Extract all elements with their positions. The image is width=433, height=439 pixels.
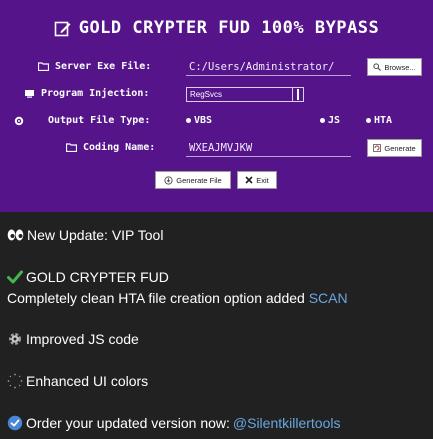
scan-link[interactable]: SCAN [309, 290, 348, 306]
search-icon [373, 63, 382, 71]
verified-badge-icon [7, 415, 23, 431]
server-exe-row: Server Exe File: C:/Users/Administrator/… [0, 57, 433, 79]
sparkle-icon [7, 373, 23, 389]
dropdown-arrow-icon[interactable] [292, 88, 303, 101]
gear-icon [14, 116, 24, 125]
generate-label: Generate [384, 143, 416, 153]
server-exe-label: Server Exe File: [55, 61, 152, 72]
message-line-hta: Completely clean HTA file creation optio… [7, 290, 348, 306]
message-line-js: Improved JS code [7, 331, 139, 347]
coding-name-row: Coding Name: WXEAJMVJKW Generate [0, 138, 433, 160]
server-exe-field[interactable]: C:/Users/Administrator/ [186, 59, 351, 76]
save-icon [164, 175, 173, 185]
message-ui-text: Enhanced UI colors [26, 373, 149, 389]
folder-icon [66, 143, 77, 152]
refresh-icon [373, 144, 382, 152]
browse-button[interactable]: Browse... [367, 58, 422, 76]
radio-vbs-label: VBS [194, 115, 213, 126]
program-injection-label: Program Injection: [41, 88, 150, 99]
generate-file-label: Generate File [176, 175, 222, 185]
gear-icon [9, 333, 21, 345]
program-injection-value: RegSvcs [190, 90, 223, 99]
radio-dot-icon [186, 118, 191, 123]
app-title-bar: GOLD CRYPTER FUD 100% BYPASS [0, 16, 433, 40]
radio-hta[interactable]: HTA [366, 115, 392, 126]
program-injection-select[interactable]: RegSvcs [186, 87, 304, 102]
exit-button[interactable]: Exit [237, 171, 277, 189]
program-injection-row: Program Injection: RegSvcs [0, 84, 433, 106]
telegram-handle-link[interactable]: @Silentkillertools [233, 415, 341, 431]
radio-js[interactable]: JS [320, 115, 340, 126]
coding-name-field[interactable]: WXEAJMVJKW [186, 140, 351, 157]
radio-dot-icon [366, 118, 371, 123]
check-mark-icon [7, 270, 23, 284]
message-product-text: GOLD CRYPTER FUD [26, 269, 169, 285]
browse-label: Browse... [384, 62, 416, 72]
generate-button[interactable]: Generate [367, 139, 422, 157]
coding-name-label: Coding Name: [83, 142, 156, 153]
program-injection-label-group: Program Injection: [24, 88, 149, 99]
server-exe-label-group: Server Exe File: [38, 61, 151, 72]
message-order-text: Order your updated version now: [26, 415, 230, 431]
exit-label: Exit [256, 175, 269, 185]
output-type-row: Output File Type: VBS JS HTA [0, 111, 433, 133]
message-line-ui: Enhanced UI colors [7, 373, 148, 389]
edit-document-icon [54, 21, 71, 36]
message-new-update-text: New Update: VIP Tool [27, 227, 164, 243]
eyes-icon [7, 229, 24, 241]
crypter-app-window: GOLD CRYPTER FUD 100% BYPASS Server Exe … [0, 0, 433, 212]
message-line-order: Order your updated version now: @Silentk… [7, 415, 340, 431]
monitor-icon [25, 90, 34, 98]
radio-js-label: JS [328, 115, 341, 126]
radio-vbs[interactable]: VBS [186, 115, 212, 126]
app-title: GOLD CRYPTER FUD 100% BYPASS [78, 18, 380, 38]
message-hta-text: Completely clean HTA file creation optio… [7, 290, 305, 306]
generate-file-button[interactable]: Generate File [155, 171, 231, 189]
close-icon [245, 176, 253, 184]
output-type-label: Output File Type: [48, 115, 151, 126]
folder-icon [38, 62, 49, 71]
message-line-product: GOLD CRYPTER FUD [7, 269, 169, 285]
radio-hta-label: HTA [374, 115, 393, 126]
output-type-label-group: Output File Type: [14, 115, 150, 126]
message-js-text: Improved JS code [26, 331, 139, 347]
coding-name-label-group: Coding Name: [66, 142, 155, 153]
radio-dot-icon [320, 118, 325, 123]
message-line-new-update: New Update: VIP Tool [7, 227, 163, 243]
